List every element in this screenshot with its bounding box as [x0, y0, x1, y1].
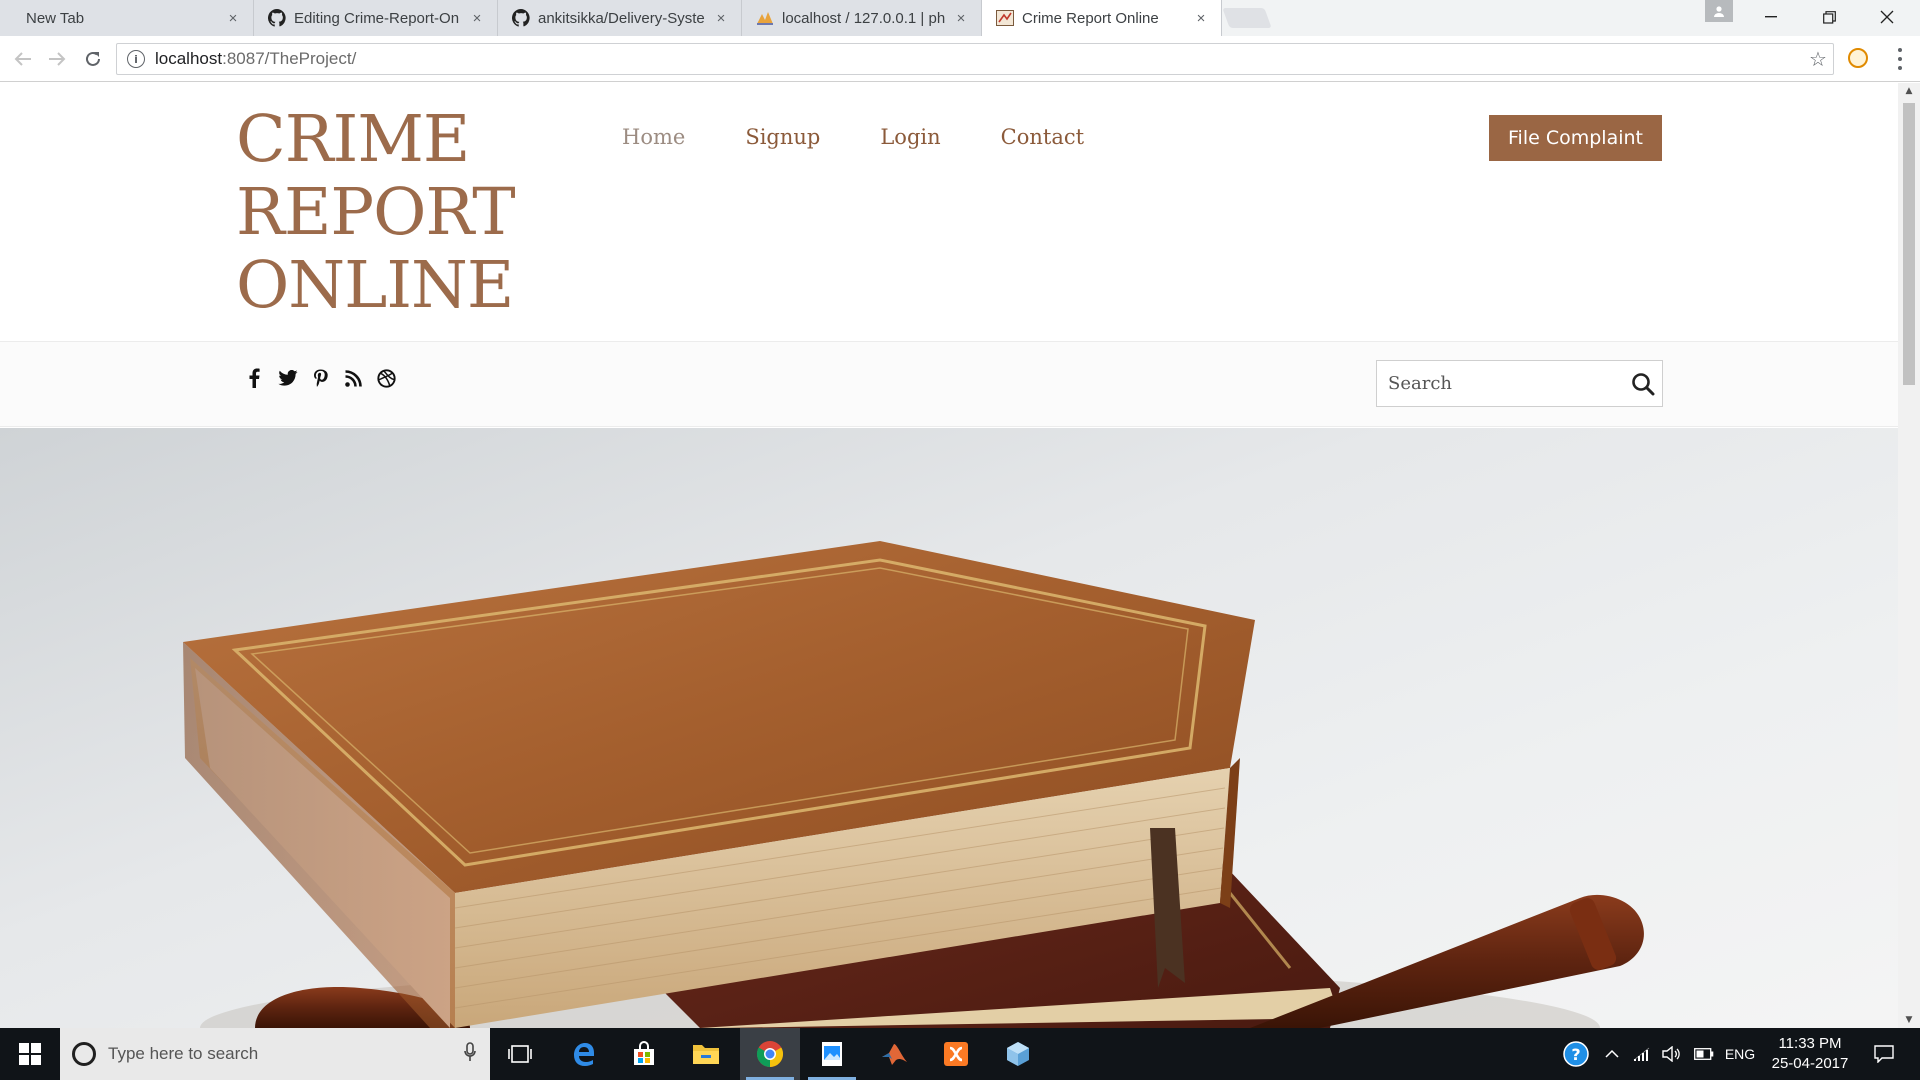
browser-toolbar: i localhost:8087/TheProject/ ☆: [0, 36, 1920, 82]
windows-logo-icon: [19, 1043, 41, 1065]
tab-github-editing[interactable]: Editing Crime-Report-On ×: [254, 0, 498, 36]
nav-contact[interactable]: Contact: [1001, 125, 1084, 149]
logo-line: REPORT: [236, 175, 516, 250]
scrollbar-thumb[interactable]: [1903, 103, 1915, 385]
windows-taskbar: Type here to search ? ENG 11:33 PM 25-04…: [0, 1028, 1920, 1080]
xampp-icon[interactable]: [926, 1028, 986, 1080]
tab-title: Crime Report Online: [1022, 9, 1159, 27]
close-window-icon[interactable]: [1860, 0, 1914, 34]
github-icon: [512, 9, 530, 27]
close-tab-icon[interactable]: ×: [469, 10, 485, 27]
close-tab-icon[interactable]: ×: [225, 10, 241, 27]
address-bar[interactable]: i localhost:8087/TheProject/ ☆: [116, 43, 1834, 75]
extension-icon[interactable]: [1848, 48, 1868, 68]
restore-window-icon[interactable]: [1802, 0, 1856, 34]
tab-new-tab[interactable]: New Tab ×: [0, 0, 254, 36]
start-button[interactable]: [0, 1028, 60, 1080]
url-text: localhost:8087/TheProject/: [155, 49, 357, 68]
site-logo[interactable]: CRIME REPORT ONLINE: [236, 102, 516, 323]
bookmark-star-icon[interactable]: ☆: [1803, 47, 1833, 71]
page-scrollbar[interactable]: ▲ ▼: [1898, 83, 1920, 1028]
virtualbox-icon[interactable]: [988, 1028, 1048, 1080]
tab-phpmyadmin[interactable]: localhost / 127.0.0.1 | ph ×: [742, 0, 982, 36]
rss-icon[interactable]: [337, 364, 370, 392]
browser-menu-icon[interactable]: [1890, 46, 1910, 72]
tab-title: Editing Crime-Report-On: [294, 9, 460, 27]
file-complaint-button[interactable]: File Complaint: [1489, 115, 1662, 161]
dribbble-icon[interactable]: [370, 364, 403, 392]
nav-login[interactable]: Login: [880, 125, 940, 149]
nav-signup[interactable]: Signup: [745, 125, 820, 149]
battery-icon[interactable]: [1690, 1028, 1718, 1080]
volume-icon[interactable]: [1658, 1028, 1686, 1080]
site-favicon: [996, 9, 1014, 27]
cortana-icon: [72, 1042, 96, 1066]
clock-date: 25-04-2017: [1771, 1055, 1849, 1072]
photos-icon[interactable]: [802, 1028, 862, 1080]
close-tab-icon[interactable]: ×: [713, 10, 729, 27]
facebook-icon[interactable]: [238, 364, 271, 392]
hero-image: [0, 428, 1898, 1028]
file-explorer-icon[interactable]: [676, 1028, 736, 1080]
browser-tab-strip: New Tab × Editing Crime-Report-On × anki…: [0, 0, 1920, 36]
store-icon[interactable]: [614, 1028, 674, 1080]
law-books-gavel-illustration: [183, 541, 1644, 1028]
tab-title: New Tab: [26, 9, 85, 27]
twitter-icon[interactable]: [271, 364, 304, 392]
minimize-window-icon[interactable]: [1744, 0, 1798, 34]
logo-line: CRIME: [236, 102, 470, 177]
site-info-icon[interactable]: i: [127, 50, 145, 68]
taskbar-clock[interactable]: 11:33 PM 25-04-2017: [1760, 1034, 1860, 1074]
phpmyadmin-icon: [756, 9, 774, 27]
edge-icon[interactable]: [554, 1028, 614, 1080]
chrome-icon[interactable]: [740, 1028, 800, 1080]
search-icon[interactable]: [1624, 372, 1662, 396]
tab-github-delivery[interactable]: ankitsikka/Delivery-Syste ×: [498, 0, 742, 36]
reload-icon[interactable]: [80, 46, 106, 72]
social-links: [238, 364, 403, 392]
github-icon: [268, 9, 286, 27]
new-tab-button[interactable]: [1222, 8, 1272, 28]
profile-icon[interactable]: [1705, 0, 1733, 22]
forward-arrow-icon[interactable]: [44, 46, 70, 72]
tab-title: localhost / 127.0.0.1 | ph: [782, 9, 946, 27]
task-view-icon[interactable]: [490, 1028, 550, 1080]
language-indicator[interactable]: ENG: [1722, 1028, 1758, 1080]
tab-crime-report-online[interactable]: Crime Report Online ×: [982, 0, 1222, 36]
help-icon[interactable]: ?: [1558, 1028, 1594, 1080]
clock-time: 11:33 PM: [1778, 1035, 1842, 1052]
taskbar-search-placeholder: Type here to search: [108, 1044, 259, 1063]
close-tab-icon[interactable]: ×: [953, 10, 969, 27]
microphone-icon[interactable]: [450, 1041, 490, 1067]
page-viewport: CRIME REPORT ONLINE Home Signup Login Co…: [0, 83, 1898, 1028]
back-arrow-icon[interactable]: [10, 46, 36, 72]
nav-home[interactable]: Home: [622, 125, 685, 149]
svg-text:?: ?: [1571, 1045, 1580, 1064]
taskbar-search-box[interactable]: Type here to search: [60, 1028, 490, 1080]
tab-title: ankitsikka/Delivery-Syste: [538, 9, 705, 27]
search-input[interactable]: [1377, 361, 1624, 406]
show-hidden-icons-icon[interactable]: [1600, 1028, 1624, 1080]
logo-line: ONLINE: [236, 248, 514, 323]
close-tab-icon[interactable]: ×: [1193, 10, 1209, 27]
pinterest-icon[interactable]: [304, 364, 337, 392]
site-search: [1376, 360, 1663, 407]
matlab-icon[interactable]: [864, 1028, 924, 1080]
scroll-up-arrow-icon[interactable]: ▲: [1898, 83, 1920, 99]
scroll-down-arrow-icon[interactable]: ▼: [1898, 1012, 1920, 1028]
social-search-bar: [0, 341, 1898, 427]
action-center-icon[interactable]: [1864, 1028, 1904, 1080]
wifi-icon[interactable]: [1628, 1028, 1656, 1080]
main-navigation: Home Signup Login Contact: [622, 125, 1144, 149]
